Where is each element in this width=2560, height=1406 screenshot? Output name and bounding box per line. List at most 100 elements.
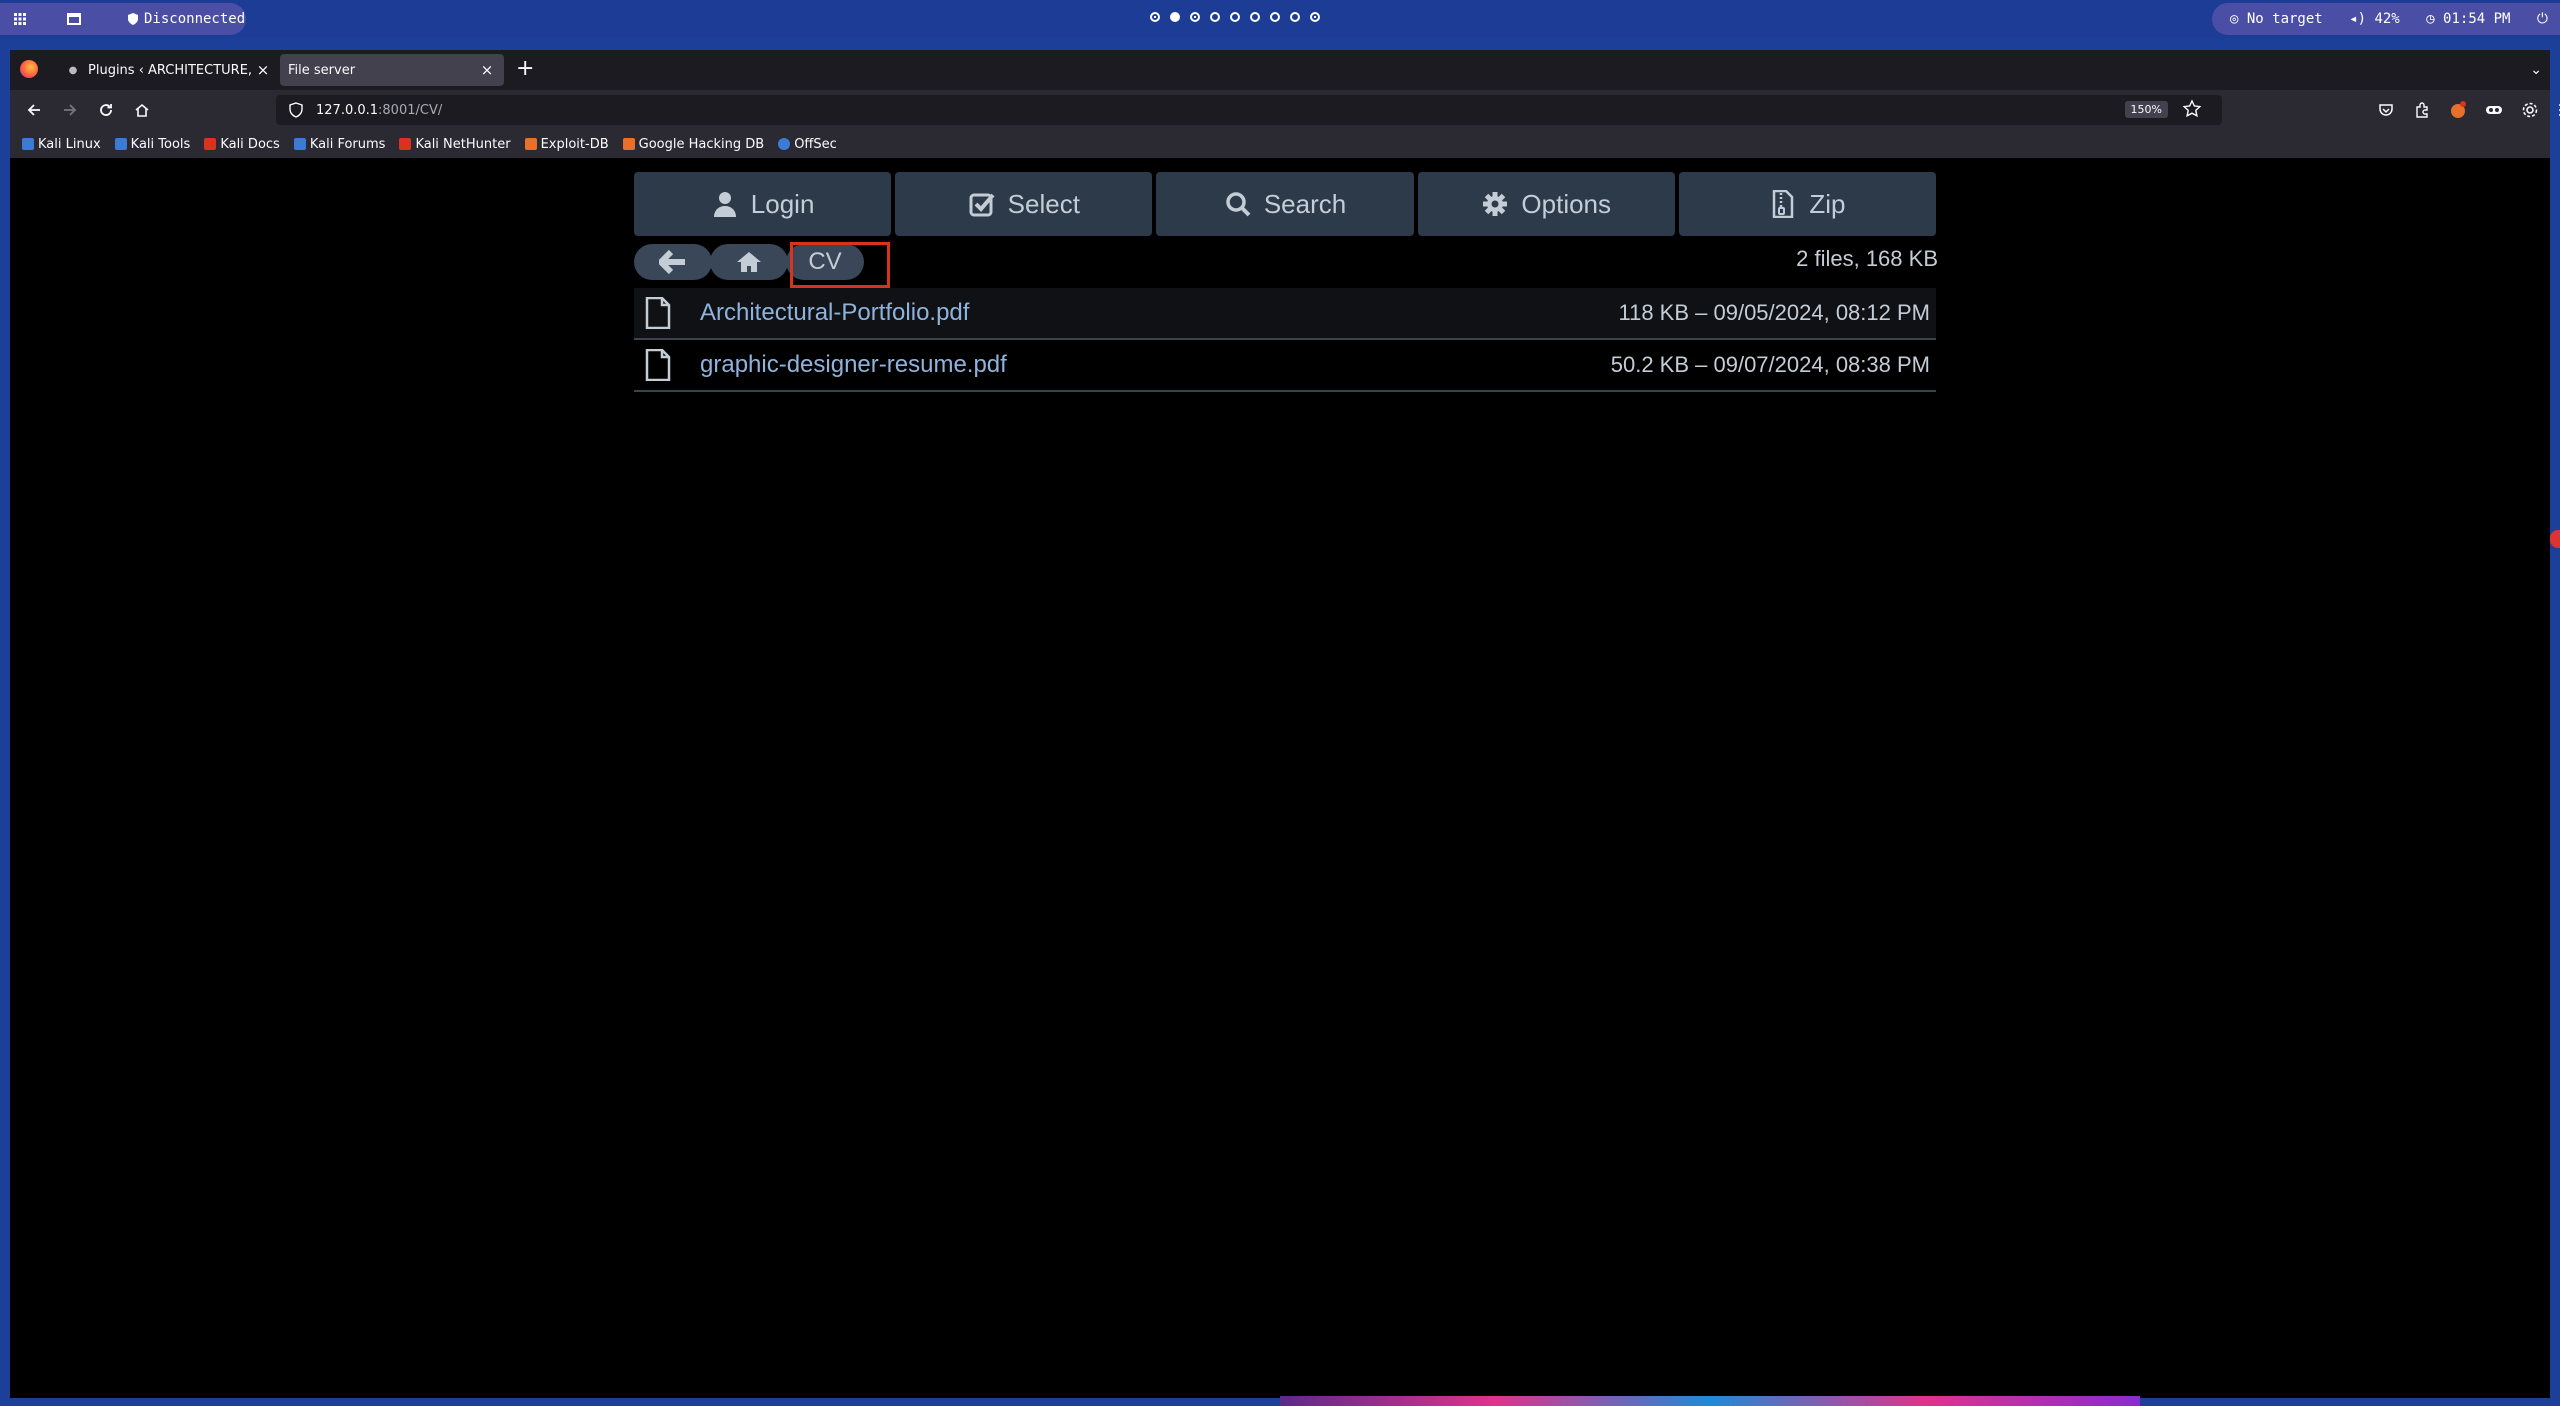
kali-dragon-icon bbox=[22, 138, 34, 150]
tab-strip: ● Plugins ‹ ARCHITECTURE, D × File serve… bbox=[10, 50, 2550, 90]
workspace-8[interactable] bbox=[1290, 12, 1300, 22]
workspace-7[interactable] bbox=[1270, 12, 1280, 22]
bookmark-kali-forums[interactable]: Kali Forums bbox=[293, 137, 385, 152]
home-icon[interactable] bbox=[130, 98, 154, 122]
power-icon[interactable]: ⏻ bbox=[2537, 11, 2548, 27]
pocket-icon[interactable] bbox=[2374, 98, 2398, 122]
zoom-indicator[interactable]: 150% bbox=[2124, 101, 2168, 118]
options-label: Options bbox=[1521, 188, 1612, 219]
exploit-db-icon bbox=[524, 138, 537, 150]
firefox-icon[interactable] bbox=[20, 60, 38, 78]
page-content: Login Select Search Options Zip CV 2 fil… bbox=[10, 160, 2550, 1398]
file-icon bbox=[645, 297, 671, 329]
checkbox-icon bbox=[968, 190, 996, 218]
bookmark-offsec[interactable]: OffSec bbox=[778, 137, 837, 152]
system-panel-right: ◎ No target ◂) 42% ◷ 01:54 PM ⏻ bbox=[2212, 3, 2560, 35]
workspace-3[interactable] bbox=[1190, 12, 1200, 22]
foxyproxy-icon[interactable] bbox=[2446, 98, 2470, 122]
file-name-link[interactable]: Architectural-Portfolio.pdf bbox=[700, 299, 1619, 327]
clock[interactable]: ◷ 01:54 PM bbox=[2426, 11, 2510, 27]
extensions-icon[interactable] bbox=[2410, 98, 2434, 122]
url-bar[interactable]: 127.0.0.1:8001/CV/ 150% bbox=[276, 95, 2222, 125]
reload-icon[interactable] bbox=[94, 98, 118, 122]
bookmark-exploit-db[interactable]: Exploit-DB bbox=[524, 137, 609, 152]
url-text[interactable]: 127.0.0.1:8001/CV/ bbox=[316, 103, 442, 118]
mask-extension-icon[interactable] bbox=[2482, 98, 2506, 122]
gear-icon bbox=[1481, 190, 1509, 218]
user-icon bbox=[711, 190, 739, 218]
home-icon bbox=[737, 252, 761, 272]
highlight-box bbox=[790, 242, 890, 288]
zip-file-icon bbox=[1769, 190, 1797, 218]
bookmark-kali-nethunter[interactable]: Kali NetHunter bbox=[399, 137, 511, 152]
bookmark-google-hacking-db[interactable]: Google Hacking DB bbox=[622, 137, 764, 152]
bookmark-kali-docs[interactable]: Kali Docs bbox=[204, 137, 280, 152]
browser-window: ● Plugins ‹ ARCHITECTURE, D × File serve… bbox=[10, 50, 2560, 1398]
file-name-link[interactable]: graphic-designer-resume.pdf bbox=[700, 351, 1611, 379]
system-panel-left: Disconnected bbox=[0, 3, 246, 35]
kali-dragon-icon bbox=[293, 138, 306, 150]
file-list: Architectural-Portfolio.pdf 118 KB – 09/… bbox=[634, 288, 1936, 392]
offsec-icon bbox=[778, 138, 791, 150]
file-server-toolbar: Login Select Search Options Zip bbox=[634, 172, 1937, 236]
tab-title: File server bbox=[288, 62, 356, 78]
workspace-6[interactable] bbox=[1250, 12, 1260, 22]
zip-button[interactable]: Zip bbox=[1678, 172, 1937, 236]
search-icon bbox=[1224, 190, 1252, 218]
forward-icon[interactable] bbox=[58, 98, 82, 122]
zip-label: Zip bbox=[1809, 188, 1846, 219]
workspace-switcher bbox=[1150, 12, 1320, 22]
tab-close-icon[interactable]: × bbox=[254, 61, 272, 79]
tab-file-server[interactable]: File server × bbox=[280, 54, 504, 86]
toolbar-right bbox=[2350, 98, 2560, 122]
edge-notification bbox=[2550, 530, 2560, 548]
list-tabs-icon[interactable]: ⌄ bbox=[2530, 62, 2542, 78]
file-row[interactable]: graphic-designer-resume.pdf 50.2 KB – 09… bbox=[634, 340, 1936, 392]
apps-menu-icon[interactable] bbox=[10, 9, 30, 29]
ghdb-icon bbox=[622, 138, 635, 150]
file-icon bbox=[645, 349, 671, 381]
workspace-1[interactable] bbox=[1150, 12, 1160, 22]
kali-tools-icon bbox=[114, 138, 127, 150]
new-tab-button[interactable]: + bbox=[516, 58, 534, 80]
vpn-status-label: Disconnected bbox=[144, 11, 246, 27]
target-status[interactable]: ◎ No target bbox=[2230, 11, 2323, 27]
tab-close-icon[interactable]: × bbox=[478, 61, 496, 79]
bookmark-star-icon[interactable] bbox=[2182, 99, 2202, 119]
search-button[interactable]: Search bbox=[1156, 172, 1414, 236]
wallpaper-peek bbox=[1280, 1396, 2140, 1406]
settings-icon[interactable] bbox=[2518, 98, 2542, 122]
nav-bar: 127.0.0.1:8001/CV/ 150% bbox=[10, 90, 2560, 130]
bookmarks-bar: Kali Linux Kali Tools Kali Docs Kali For… bbox=[10, 130, 2550, 158]
workspace-5[interactable] bbox=[1230, 12, 1240, 22]
nethunter-icon bbox=[399, 138, 412, 150]
options-button[interactable]: Options bbox=[1417, 172, 1675, 236]
menu-icon[interactable] bbox=[2554, 98, 2560, 122]
tab-title: Plugins ‹ ARCHITECTURE, D bbox=[88, 62, 254, 78]
file-meta: 50.2 KB – 09/07/2024, 08:38 PM bbox=[1610, 352, 1930, 377]
arrow-left-icon bbox=[659, 250, 685, 274]
file-meta: 118 KB – 09/05/2024, 08:12 PM bbox=[1618, 300, 1931, 325]
workspace-9[interactable] bbox=[1310, 12, 1320, 22]
window-icon[interactable] bbox=[64, 9, 84, 29]
volume-indicator[interactable]: ◂) 42% bbox=[2349, 11, 2400, 27]
bookmark-kali-linux[interactable]: Kali Linux bbox=[22, 137, 101, 152]
kali-docs-icon bbox=[204, 138, 217, 150]
vpn-status[interactable]: Disconnected bbox=[128, 11, 245, 27]
tab-plugins[interactable]: ● Plugins ‹ ARCHITECTURE, D × bbox=[58, 54, 280, 86]
shield-icon bbox=[128, 13, 138, 25]
bookmark-kali-tools[interactable]: Kali Tools bbox=[114, 137, 190, 152]
tracking-protection-icon[interactable] bbox=[288, 102, 304, 118]
workspace-2[interactable] bbox=[1170, 12, 1180, 22]
login-label: Login bbox=[750, 188, 815, 219]
workspace-4[interactable] bbox=[1210, 12, 1220, 22]
back-icon[interactable] bbox=[22, 98, 46, 122]
breadcrumb-home-button[interactable] bbox=[710, 244, 788, 280]
file-row[interactable]: Architectural-Portfolio.pdf 118 KB – 09/… bbox=[634, 288, 1936, 340]
breadcrumb-back-button[interactable] bbox=[634, 244, 712, 280]
login-button[interactable]: Login bbox=[634, 172, 892, 236]
tab-favicon-icon: ● bbox=[68, 64, 78, 76]
search-label: Search bbox=[1263, 188, 1347, 219]
select-button[interactable]: Select bbox=[895, 172, 1153, 236]
folder-summary: 2 files, 168 KB bbox=[1796, 246, 1938, 271]
